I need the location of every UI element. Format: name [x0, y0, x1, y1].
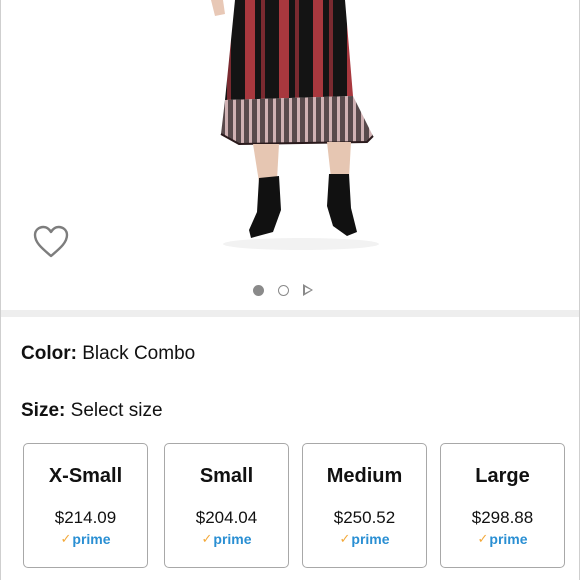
prime-label: prime [72, 531, 111, 547]
size-price: $204.04 [195, 508, 258, 527]
prime-badge: ✓ prime [165, 531, 288, 547]
carousel-dot[interactable] [278, 284, 289, 296]
size-option-large[interactable]: Large $298.88 ✓ prime [440, 443, 565, 568]
size-price: $298.88 [471, 508, 534, 527]
section-divider [1, 310, 579, 317]
size-name: Large [475, 465, 530, 487]
carousel-dot-active[interactable] [253, 284, 264, 296]
color-value: Black Combo [82, 343, 196, 364]
prime-badge: ✓ prime [303, 531, 426, 547]
size-option-medium[interactable]: Medium $250.52 ✓ prime [302, 443, 427, 568]
wishlist-heart-icon[interactable] [31, 222, 71, 262]
heart-outline-icon [33, 225, 69, 258]
size-name: Small [199, 465, 254, 487]
prime-check-icon: ✓ [477, 531, 489, 546]
product-image [211, 0, 379, 250]
size-option-small[interactable]: Small $204.04 ✓ prime [164, 443, 289, 568]
prime-check-icon: ✓ [201, 531, 213, 546]
prime-label: prime [351, 531, 390, 547]
size-price: $250.52 [333, 508, 396, 527]
color-label: Color: [21, 343, 77, 364]
size-name: X-Small [48, 465, 123, 487]
size-value: Select size [70, 400, 163, 421]
prime-label: prime [213, 531, 252, 547]
prime-badge: ✓ prime [441, 531, 564, 547]
size-label: Size: [21, 400, 66, 421]
size-name: Medium [326, 465, 403, 487]
product-image-gallery[interactable] [1, 0, 579, 310]
size-option-x-small[interactable]: X-Small $214.09 ✓ prime [23, 443, 148, 568]
image-carousel-indicators[interactable] [253, 284, 313, 296]
size-attribute: Size: Select size [21, 400, 163, 422]
prime-badge: ✓ prime [24, 531, 147, 547]
prime-check-icon: ✓ [60, 531, 72, 546]
prime-check-icon: ✓ [339, 531, 351, 546]
prime-label: prime [489, 531, 528, 547]
size-price: $214.09 [54, 508, 117, 527]
color-attribute: Color: Black Combo [21, 343, 195, 365]
play-icon[interactable] [303, 284, 313, 296]
